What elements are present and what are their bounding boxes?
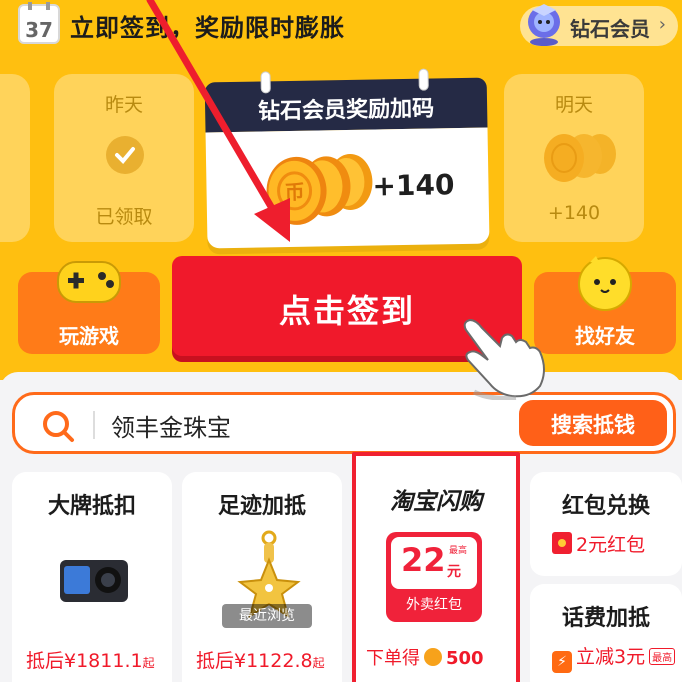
search-input[interactable]: 领丰金珠宝 xyxy=(111,408,231,443)
svg-text:币: 币 xyxy=(284,180,304,204)
day-status: 已领取 xyxy=(95,206,153,228)
calendar-day: 37 xyxy=(25,18,53,42)
coupon-max: 最高 xyxy=(449,546,468,556)
chevron-right-icon: › xyxy=(658,14,666,35)
diamond-mascot-icon xyxy=(528,4,560,46)
tile-phone-bill[interactable]: 话费加抵 ⚡ 立减3元 最高 xyxy=(530,584,682,682)
lightning-icon: ⚡ xyxy=(552,651,572,673)
recent-view-badge: 最近浏览 xyxy=(222,604,312,628)
coupon-unit: 元 xyxy=(447,564,461,580)
tile-title: 淘宝闪购 xyxy=(390,489,482,515)
tile-price: 抵后¥1122.8起 xyxy=(196,646,325,673)
reward-board-title: 钻石会员奖励加码 xyxy=(257,96,435,125)
day-status: +140 xyxy=(547,202,601,224)
find-friends-button[interactable]: 找好友 xyxy=(534,256,676,354)
checkin-panel: 37 立即签到，奖励限时膨胀 钻石会员 › 日 昨天 已领取 xyxy=(0,0,682,380)
tile-redpack-exchange[interactable]: 红包兑换 2元红包 xyxy=(530,472,682,576)
coin-icon xyxy=(424,648,442,666)
reward-amount: +140 xyxy=(372,168,455,203)
flash-reward: 下单得 500 xyxy=(366,644,484,670)
reward-board-header: 钻石会员奖励加码 xyxy=(204,68,488,133)
day-card-yesterday: 昨天 已领取 xyxy=(54,74,194,242)
reward-value: 500 xyxy=(446,648,484,669)
tile-title: 话费加抵 xyxy=(561,606,650,631)
chick-mascot-icon xyxy=(578,256,632,311)
day-label: 昨天 xyxy=(104,94,143,116)
tile-title: 红包兑换 xyxy=(561,494,650,519)
diamond-member-button[interactable]: 钻石会员 › xyxy=(520,4,678,46)
tile-footprint[interactable]: 足迹加抵 最近浏览 抵后¥1122.8起 xyxy=(182,472,342,682)
day-card-previous: 日 xyxy=(0,74,30,242)
subtitle-text: 立减3元 xyxy=(576,646,646,668)
tile-price: 抵后¥1811.1起 xyxy=(26,646,155,673)
play-game-label: 玩游戏 xyxy=(59,324,119,348)
price-value: 抵后¥1811.1 xyxy=(26,650,143,672)
tile-subtitle: 2元红包 xyxy=(552,530,645,557)
coupon-face: 22 最高 元 xyxy=(391,537,477,589)
price-value: 抵后¥1122.8 xyxy=(196,650,313,672)
red-packet-icon xyxy=(552,532,572,554)
action-camera-icon xyxy=(60,560,128,602)
search-icon xyxy=(43,411,74,442)
tile-flash-purchase[interactable]: 淘宝闪购 22 最高 元 外卖红包 下单得 500 xyxy=(352,452,520,682)
coins-icon xyxy=(544,134,616,182)
gamepad-icon xyxy=(57,261,121,303)
search-bar[interactable]: 领丰金珠宝 搜索抵钱 xyxy=(12,392,676,454)
tile-subtitle: ⚡ 立减3元 最高 xyxy=(552,642,676,673)
tile-title: 大牌抵扣 xyxy=(47,494,136,519)
day-card-tomorrow: 明天 +140 xyxy=(504,74,644,242)
price-suffix: 起 xyxy=(142,656,155,670)
max-badge: 最高 xyxy=(649,648,676,665)
play-game-button[interactable]: 玩游戏 xyxy=(18,261,160,354)
pointing-hand-icon xyxy=(463,318,545,400)
search-button[interactable]: 搜索抵钱 xyxy=(519,400,667,446)
takeout-coupon: 22 最高 元 外卖红包 xyxy=(386,532,482,622)
search-button-label: 搜索抵钱 xyxy=(551,413,635,437)
reward-prefix: 下单得 xyxy=(366,648,420,669)
price-suffix: 起 xyxy=(312,656,325,670)
header: 37 立即签到，奖励限时膨胀 钻石会员 › xyxy=(0,0,682,52)
tile-title: 足迹加抵 xyxy=(217,494,306,519)
coupon-amount: 22 xyxy=(401,541,446,579)
search-divider xyxy=(93,411,95,439)
find-friends-label: 找好友 xyxy=(575,324,635,348)
day-label: 明天 xyxy=(554,94,593,116)
page-title: 立即签到，奖励限时膨胀 xyxy=(70,14,345,42)
check-icon xyxy=(106,136,144,174)
tile-brand-discount[interactable]: 大牌抵扣 抵后¥1811.1起 xyxy=(12,472,172,682)
calendar-icon: 37 xyxy=(18,2,60,44)
reward-board: 钻石会员奖励加码 币 +140 xyxy=(204,68,490,249)
coupon-label: 外卖红包 xyxy=(406,597,462,613)
coins-icon: 币 xyxy=(266,153,373,225)
diamond-member-label: 钻石会员 xyxy=(570,17,650,41)
subtitle-text: 2元红包 xyxy=(576,534,646,556)
reward-board-body: 币 +140 xyxy=(205,127,490,249)
